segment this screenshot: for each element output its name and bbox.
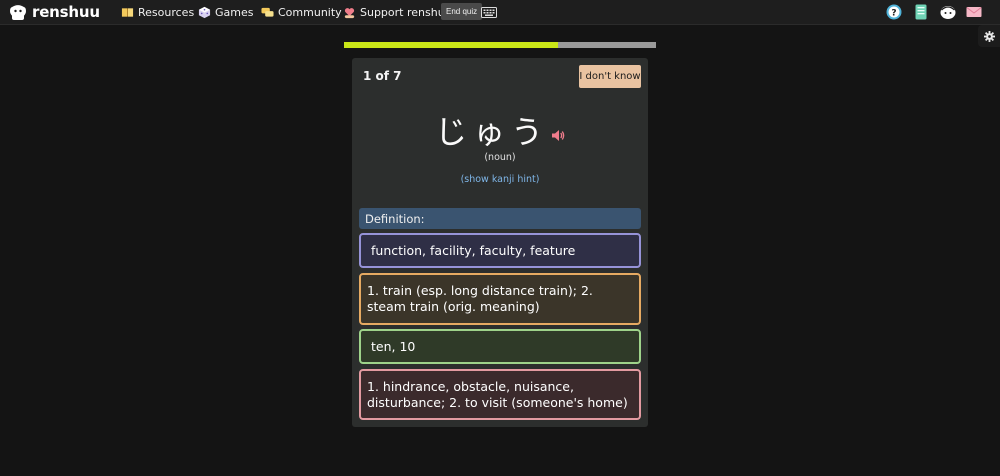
definition-header: Definition: <box>359 208 641 229</box>
part-of-speech: (noun) <box>484 152 516 163</box>
nav-games-label: Games <box>215 5 254 19</box>
keyboard-icon[interactable] <box>481 7 497 18</box>
end-quiz-button[interactable]: End quiz <box>441 3 483 20</box>
answer-option-1[interactable]: function, facility, faculty, feature <box>359 233 641 268</box>
brand-logo[interactable]: renshuu <box>8 2 100 22</box>
speaker-icon[interactable] <box>551 129 565 142</box>
show-kanji-hint-link[interactable]: (show kanji hint) <box>352 174 648 185</box>
nav-community-label: Community <box>278 5 342 19</box>
heart-hands-icon <box>344 7 355 18</box>
answer-option-4[interactable]: 1. hindrance, obstacle, nuisance, distur… <box>359 369 641 420</box>
answer-option-2[interactable]: 1. train (esp. long distance train); 2. … <box>359 273 641 325</box>
help-icon[interactable]: ? <box>886 4 902 20</box>
answer-option-text: 1. train (esp. long distance train); 2. … <box>367 283 593 314</box>
top-navbar: renshuu Resources Games Community Suppor… <box>0 0 1000 25</box>
quiz-term: じゅう <box>434 113 549 151</box>
chat-bubbles-icon <box>261 7 274 17</box>
nav-resources[interactable]: Resources <box>121 0 194 25</box>
brand-name: renshuu <box>32 3 100 21</box>
mail-icon[interactable] <box>966 4 982 20</box>
mascot-icon[interactable] <box>940 4 956 20</box>
question-counter: 1 of 7 <box>363 69 402 83</box>
answer-option-3[interactable]: ten, 10 <box>359 329 641 364</box>
nav-games[interactable]: Games <box>198 0 253 25</box>
answer-option-text: 1. hindrance, obstacle, nuisance, distur… <box>367 378 628 410</box>
quiz-card: 1 of 7 I don't know じゅう (noun) (show kan… <box>352 58 648 427</box>
nav-support-label: Support renshuu <box>360 5 452 19</box>
quiz-progress-fill <box>344 42 558 48</box>
nav-community[interactable]: Community <box>261 0 342 25</box>
settings-tab[interactable] <box>978 25 1000 47</box>
answer-option-text: function, facility, faculty, feature <box>371 242 576 258</box>
quiz-progress-bar <box>344 42 656 48</box>
gear-icon <box>983 30 995 42</box>
nav-support[interactable]: Support renshuu <box>343 0 452 25</box>
term-row: じゅう <box>352 108 648 152</box>
book-icon <box>121 7 134 17</box>
dice-icon <box>198 6 211 18</box>
notebook-icon[interactable] <box>913 4 929 20</box>
answer-option-text: ten, 10 <box>371 338 416 354</box>
svg-text:?: ? <box>891 9 896 19</box>
renshuu-mascot-icon <box>10 3 26 20</box>
nav-resources-label: Resources <box>138 5 195 19</box>
dont-know-button[interactable]: I don't know <box>579 65 641 88</box>
